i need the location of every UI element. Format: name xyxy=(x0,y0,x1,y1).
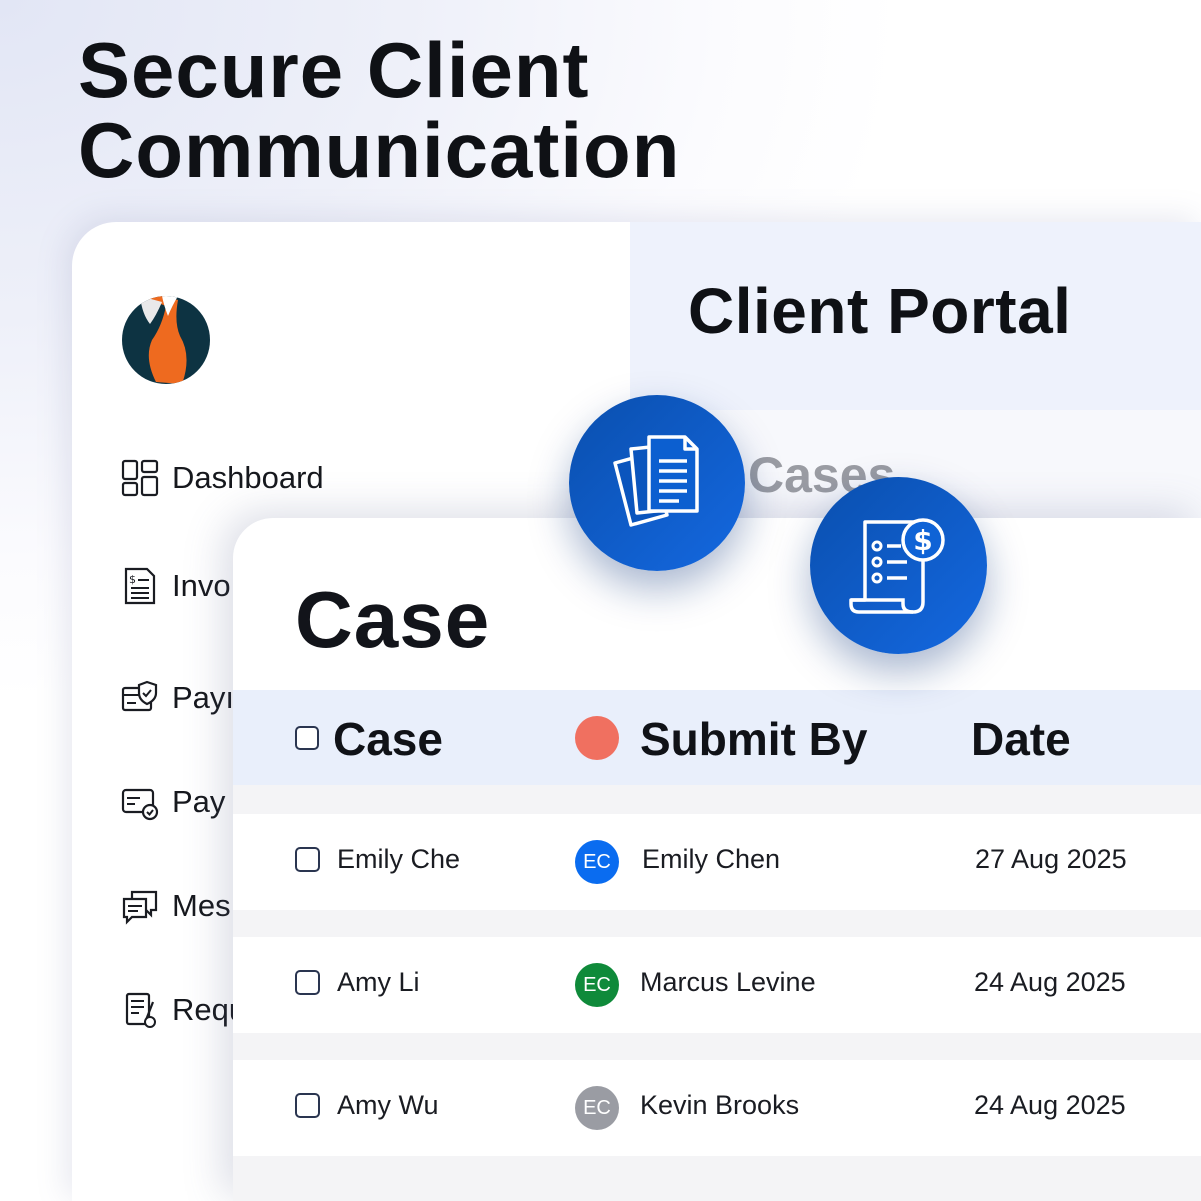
sidebar-item-pay[interactable]: Pay xyxy=(120,782,225,822)
case-name: Amy Li xyxy=(337,967,420,997)
invoice-badge: $ xyxy=(810,477,987,654)
status-dot xyxy=(575,716,619,760)
portal-header: Client Portal xyxy=(630,222,1201,410)
sidebar-item-label: Pay xyxy=(172,784,226,819)
row-divider xyxy=(233,1033,1201,1060)
sidebar-item-payments[interactable]: Payı xyxy=(120,678,234,718)
dashboard-icon xyxy=(121,459,159,497)
submit-date: 24 Aug 2025 xyxy=(974,967,1126,997)
card-check-icon xyxy=(121,788,159,821)
row-checkbox[interactable] xyxy=(295,970,320,995)
sidebar-item-requests[interactable]: Requ xyxy=(120,990,246,1030)
row-checkbox[interactable] xyxy=(295,1093,320,1118)
sidebar-item-dashboard[interactable]: Dashboard xyxy=(120,458,324,498)
row-divider xyxy=(233,785,1201,814)
sidebar-item-messages[interactable]: Mes xyxy=(120,886,231,926)
sidebar-item-label: Invo xyxy=(172,568,231,603)
case-card-title: Case xyxy=(295,575,491,664)
case-card: Case Case Submit By Date Emily Che EC Em… xyxy=(233,518,1201,1201)
column-header-case[interactable]: Case xyxy=(333,712,443,766)
row-checkbox[interactable] xyxy=(295,847,320,872)
svg-text:$: $ xyxy=(913,524,932,557)
submitter-name: Kevin Brooks xyxy=(640,1090,800,1120)
row-divider xyxy=(233,910,1201,937)
avatar: EC xyxy=(575,963,619,1007)
documents-badge xyxy=(569,395,745,571)
headline-line-2: Communication xyxy=(78,106,681,194)
table-row[interactable]: Amy Li EC Marcus Levine 24 Aug 2025 xyxy=(233,937,1201,1033)
table-header: Case Submit By Date xyxy=(233,690,1201,785)
invoice-icon: $ xyxy=(124,567,156,605)
sidebar-item-label: Dashboard xyxy=(172,460,324,495)
sidebar-item-label: Mes xyxy=(172,888,231,923)
headline-line-1: Secure Client xyxy=(78,26,590,114)
column-header-date[interactable]: Date xyxy=(971,712,1071,766)
submitter-name: Marcus Levine xyxy=(640,967,816,997)
avatar: EC xyxy=(575,1086,619,1130)
documents-icon xyxy=(613,435,699,527)
sidebar-item-invoices[interactable]: $ Invo xyxy=(120,566,231,606)
svg-text:$: $ xyxy=(129,573,136,586)
case-name: Emily Che xyxy=(337,844,461,874)
sidebar-item-label: Payı xyxy=(172,680,235,715)
column-header-submit-by[interactable]: Submit By xyxy=(640,712,867,766)
submitter-name: Emily Chen xyxy=(642,844,781,874)
request-form-icon xyxy=(125,992,156,1028)
page-headline: Secure Client Communication xyxy=(78,30,680,190)
row-divider xyxy=(233,1156,1201,1201)
avatar: EC xyxy=(575,840,619,884)
receipt-dollar-icon: $ xyxy=(848,517,945,614)
submit-date: 24 Aug 2025 xyxy=(974,1090,1126,1120)
fox-logo xyxy=(122,296,210,384)
messages-icon xyxy=(122,890,158,925)
table-row[interactable]: Emily Che EC Emily Chen 27 Aug 2025 xyxy=(233,814,1201,910)
submit-date: 27 Aug 2025 xyxy=(975,844,1127,874)
select-all-checkbox[interactable] xyxy=(295,726,319,750)
case-name: Amy Wu xyxy=(337,1090,439,1120)
table-row[interactable]: Amy Wu EC Kevin Brooks 24 Aug 2025 xyxy=(233,1060,1201,1156)
payment-shield-icon xyxy=(121,680,158,712)
portal-title: Client Portal xyxy=(688,275,1072,347)
